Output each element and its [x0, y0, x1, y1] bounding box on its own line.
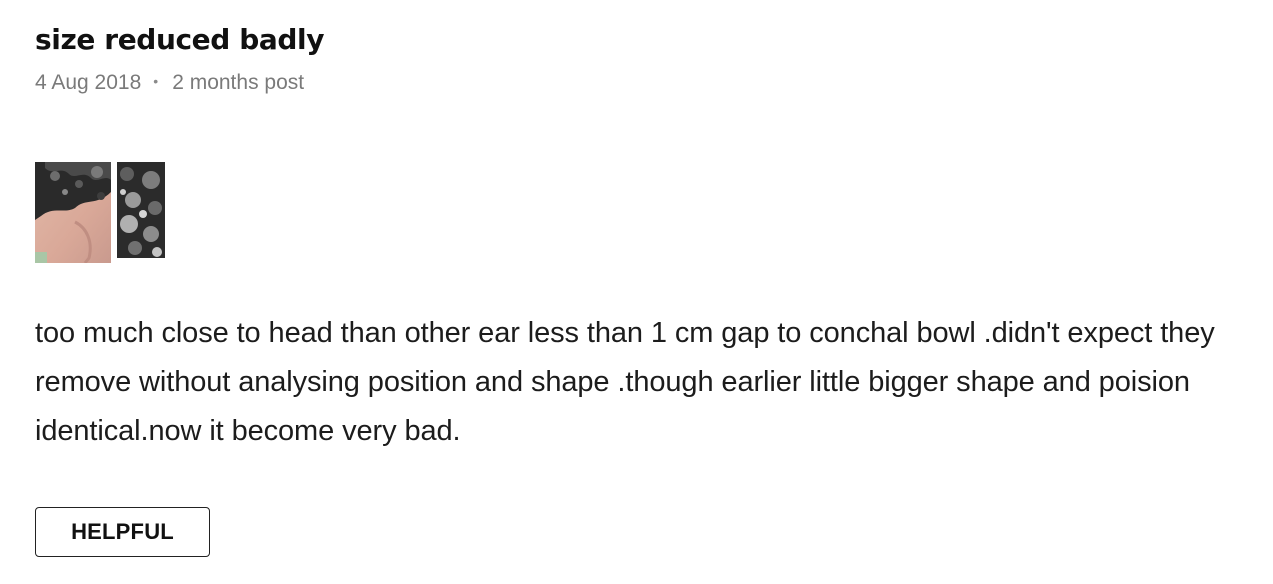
review-date: 4 Aug 2018	[35, 71, 142, 94]
review-card: size reduced badly 4 Aug 2018 • 2 months p…	[35, 18, 1271, 456]
hair-photo-thumbnail-icon	[117, 162, 165, 258]
review-meta: 4 Aug 2018 • 2 months post	[35, 66, 1271, 98]
helpful-button[interactable]: HELPFUL	[35, 507, 210, 557]
review-post-time: 2 months post	[172, 71, 305, 94]
review-photo-1[interactable]	[35, 162, 111, 263]
review-photo-2[interactable]	[117, 162, 165, 258]
meta-separator: •	[153, 73, 159, 89]
review-title: size reduced badly	[35, 23, 325, 56]
review-body: too much close to head than other ear le…	[35, 317, 1215, 447]
ear-photo-thumbnail-icon	[35, 162, 111, 263]
review-photos	[35, 162, 1271, 263]
